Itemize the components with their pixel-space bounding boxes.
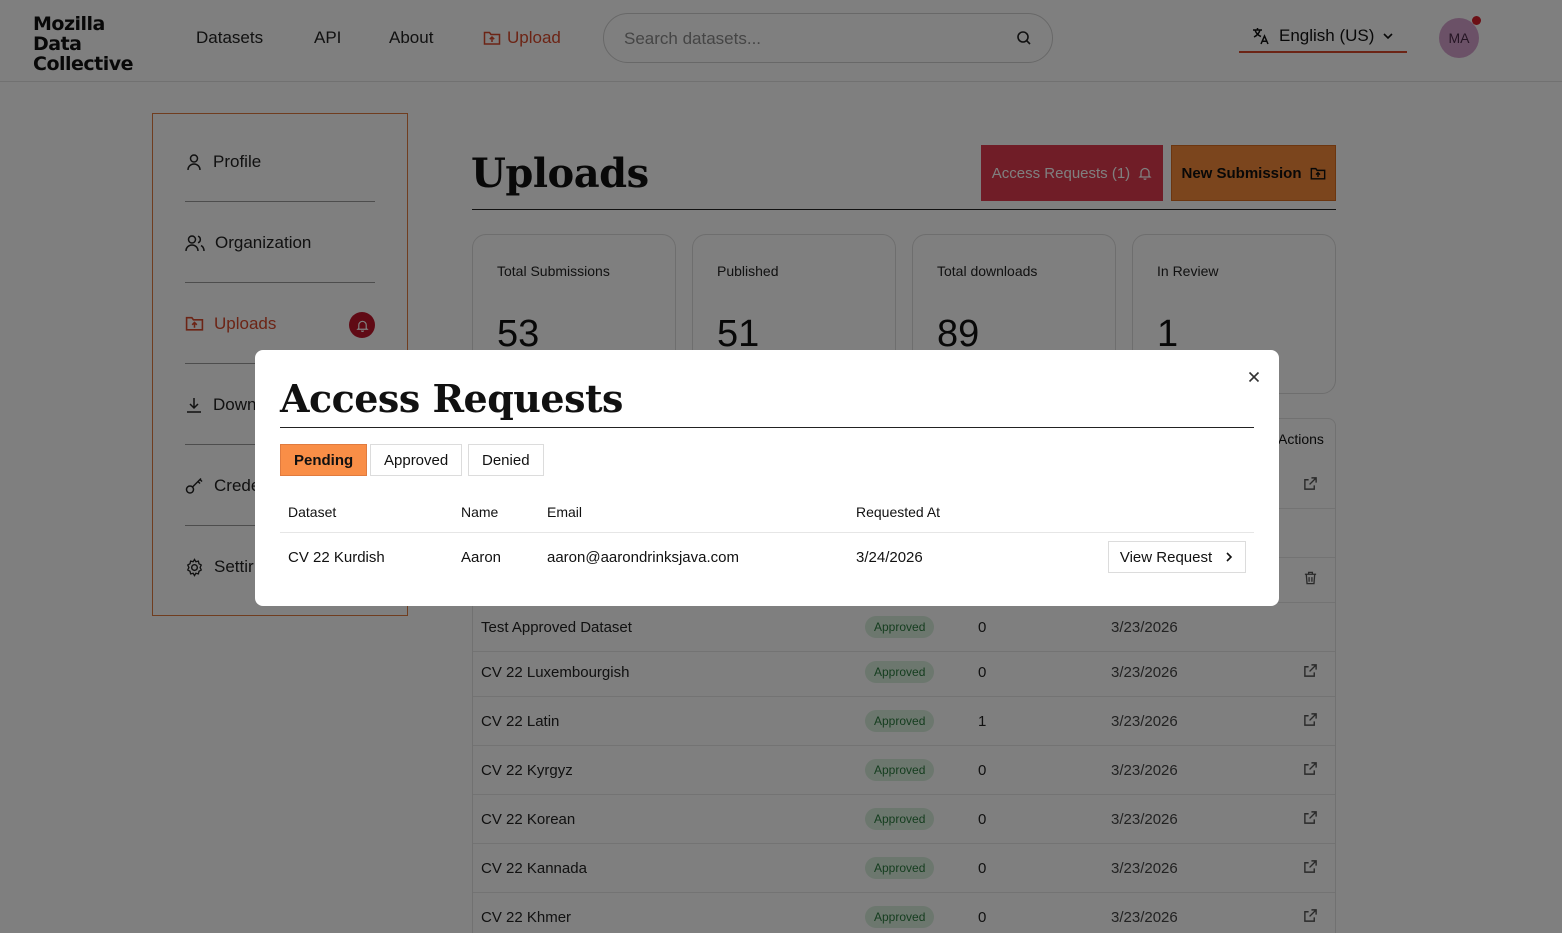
request-date: 3/24/2026	[856, 549, 923, 566]
column-header-requested-at: Requested At	[856, 504, 941, 520]
chevron-right-icon	[1226, 552, 1233, 562]
table-header-divider	[280, 532, 1254, 533]
column-header-email: Email	[547, 504, 583, 520]
column-header-dataset: Dataset	[288, 504, 337, 520]
column-header-name: Name	[461, 504, 499, 520]
request-name: Aaron	[461, 549, 502, 566]
request-email: aaron@aarondrinksjava.com	[547, 549, 739, 566]
modal-title-divider	[280, 427, 1254, 428]
tab-denied[interactable]: Denied	[468, 444, 544, 476]
tab-approved[interactable]: Approved	[370, 444, 463, 476]
view-request-button[interactable]: View Request	[1108, 541, 1246, 573]
request-dataset: CV 22 Kurdish	[288, 549, 385, 566]
tab-pending[interactable]: Pending	[280, 444, 368, 476]
close-icon[interactable]	[1245, 368, 1263, 386]
modal-title: Access Requests	[280, 376, 623, 421]
access-requests-modal: Access Requests Pending Approved Denied …	[255, 350, 1279, 606]
